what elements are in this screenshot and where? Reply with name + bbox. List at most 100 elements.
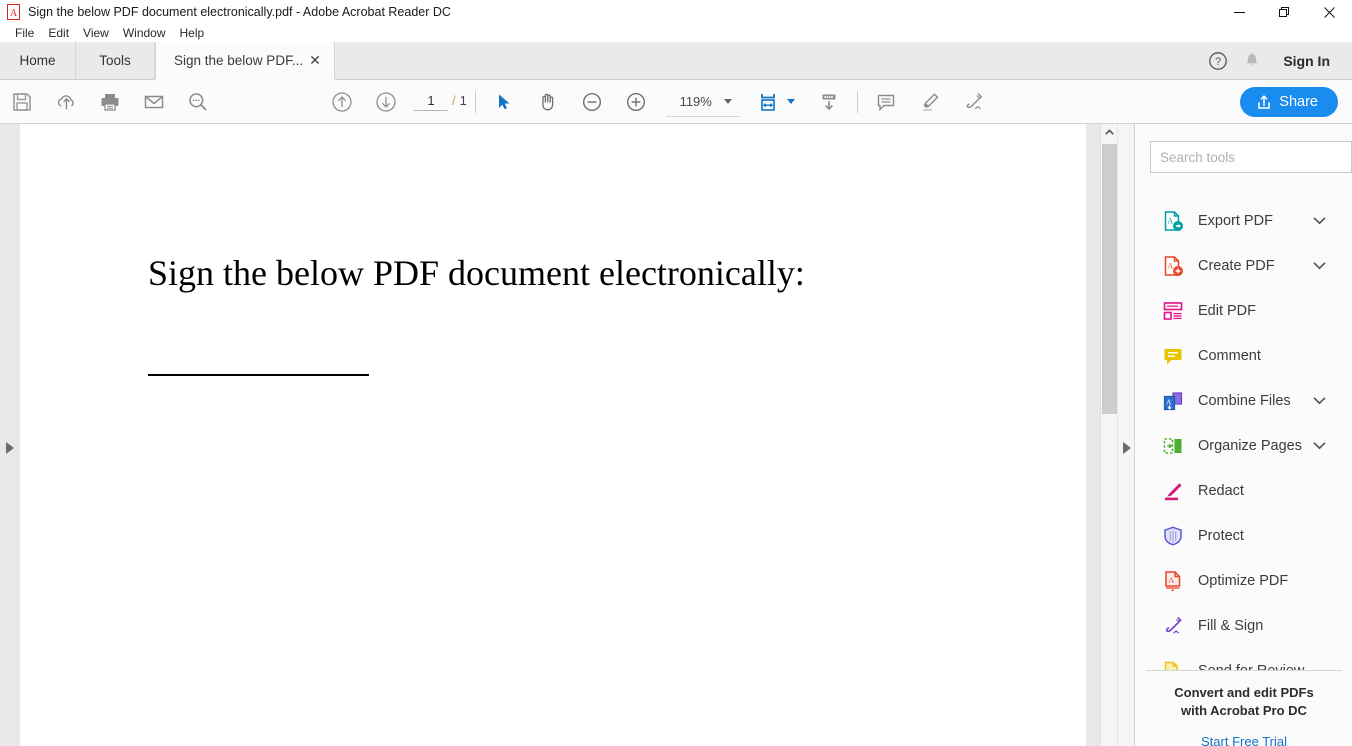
previous-page-button[interactable] [320,80,364,124]
zoom-out-icon [582,92,601,111]
protect-icon [1162,525,1184,547]
tool-item-redact[interactable]: Redact [1136,468,1352,513]
chevron-down-icon[interactable] [723,98,732,104]
hand-tool-button[interactable] [526,80,570,124]
scrollbar-thumb[interactable] [1102,144,1117,414]
share-button[interactable]: Share [1240,86,1338,117]
sign-document-button[interactable] [952,80,996,124]
page-number-input[interactable] [414,92,448,111]
page-total-count: 1 [459,92,467,108]
tool-item-organize-pages[interactable]: Organize Pages [1136,423,1352,468]
tool-label: Optimize PDF [1198,572,1289,589]
email-icon [144,95,164,108]
chevron-down-icon[interactable] [1313,392,1326,410]
email-button[interactable] [132,80,176,124]
document-viewer[interactable]: Sign the below PDF document electronical… [0,124,1102,746]
fit-page-width-button[interactable] [752,80,784,124]
save-to-cloud-button[interactable] [44,80,88,124]
search-tools-wrapper [1136,124,1352,173]
window-controls [1217,0,1352,24]
tool-label: Export PDF [1198,212,1273,229]
tab-tools[interactable]: Tools [76,42,155,79]
svg-text:A: A [10,8,18,19]
tool-label: Protect [1198,527,1244,544]
tool-label: Create PDF [1198,257,1275,274]
print-button[interactable] [88,80,132,124]
save-file-button[interactable] [0,80,44,124]
bell-icon [1247,52,1258,66]
tool-item-optimize-pdf[interactable]: A Optimize PDF [1136,558,1352,603]
arrow-up-circle-icon [332,91,352,112]
tab-tools-label: Tools [99,53,131,68]
minimize-button[interactable] [1217,0,1262,24]
tool-item-create-pdf[interactable]: A Create PDF [1136,243,1352,288]
svg-text:A: A [1167,216,1173,225]
highlight-text-button[interactable] [908,80,952,124]
document-heading: Sign the below PDF document electronical… [148,253,805,293]
print-icon [101,93,119,111]
fit-width-dropdown-icon[interactable] [786,99,795,104]
redact-icon [1162,480,1184,502]
tool-label: Comment [1198,347,1261,364]
add-comment-button[interactable] [864,80,908,124]
start-free-trial-link[interactable]: Start Free Trial [1201,734,1287,746]
comment-bubble-icon [877,94,895,111]
fill-sign-icon [1162,615,1184,637]
expand-left-pane-button[interactable] [4,440,16,456]
menu-bar: File Edit View Window Help [0,24,1352,42]
tab-home[interactable]: Home [0,42,76,79]
page-navigation: / 1 [414,92,467,111]
triangle-right-icon [6,442,14,454]
tool-item-combine-files[interactable]: A Combine Files [1136,378,1352,423]
zoom-level-control[interactable]: 119% [665,87,740,117]
collapse-right-pane-button[interactable] [1121,440,1133,456]
zoom-in-button[interactable] [614,80,658,124]
restore-button[interactable] [1262,0,1307,24]
tool-item-send-for-review[interactable]: Send for Review [1136,648,1352,670]
tool-item-protect[interactable]: Protect [1136,513,1352,558]
tool-label: Edit PDF [1198,302,1257,319]
create-pdf-icon: A [1162,255,1184,277]
tool-item-export-pdf[interactable]: A Export PDF [1136,198,1352,243]
organize-pages-icon [1162,435,1184,457]
zoom-out-button[interactable] [570,80,614,124]
tab-document[interactable]: Sign the below PDF... ✕ [155,42,335,80]
help-button[interactable]: ? [1201,42,1235,80]
menu-file[interactable]: File [8,25,41,41]
save-icon [13,92,31,111]
main-toolbar: / 1 119% [0,80,1352,124]
menu-view[interactable]: View [76,25,116,41]
menu-window[interactable]: Window [116,25,173,41]
export-pdf-icon: A [1162,210,1184,232]
search-tools-input[interactable] [1150,141,1352,173]
viewer-vertical-scrollbar[interactable] [1100,124,1117,746]
select-tool-button[interactable] [482,80,526,124]
chevron-down-icon[interactable] [1313,212,1326,230]
menu-edit[interactable]: Edit [41,25,76,41]
tab-close-icon[interactable]: ✕ [303,53,325,69]
close-button[interactable] [1307,0,1352,24]
scroll-mode-button[interactable] [807,80,851,124]
minimize-icon [1234,11,1245,13]
optimize-pdf-icon: A [1162,570,1184,592]
tool-item-fill-and-sign[interactable]: Fill & Sign [1136,603,1352,648]
combine-files-icon: A [1162,390,1184,412]
tab-document-label: Sign the below PDF... [174,53,304,68]
zoom-level-value: 119% [679,93,712,109]
next-page-button[interactable] [364,80,408,124]
sign-in-button[interactable]: Sign In [1269,53,1340,69]
chevron-down-icon[interactable] [1313,257,1326,275]
notifications-button[interactable] [1235,42,1269,80]
signature-line[interactable] [148,374,369,376]
pdf-page-1[interactable]: Sign the below PDF document electronical… [20,124,1086,746]
chevron-down-icon[interactable] [1313,437,1326,455]
find-button[interactable] [176,80,220,124]
tool-item-edit-pdf[interactable]: Edit PDF [1136,288,1352,333]
menu-help[interactable]: Help [173,25,212,41]
scroll-up-button[interactable] [1101,124,1118,141]
tools-list[interactable]: A Export PDF A Create PDF Edit PDF Comme… [1136,198,1352,670]
hand-pan-icon [542,93,554,110]
tool-item-comment[interactable]: Comment [1136,333,1352,378]
promo-line-1: Convert and edit PDFs [1174,685,1314,700]
cloud-upload-icon [57,95,74,110]
